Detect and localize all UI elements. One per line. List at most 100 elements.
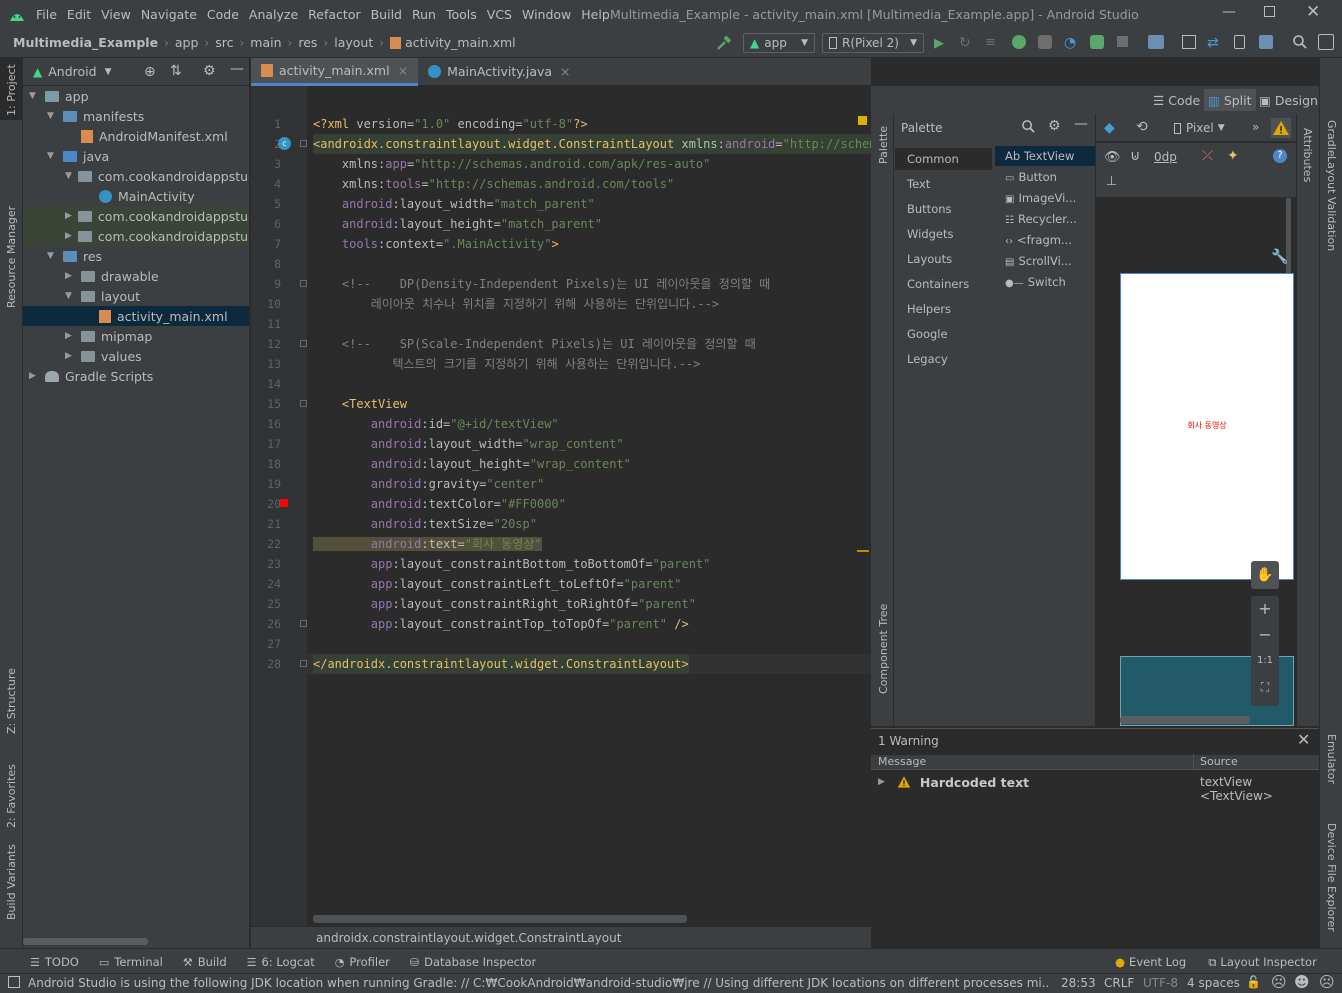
collapsed-arrow-icon[interactable]: ▶ <box>65 231 72 241</box>
gradle-tab[interactable]: Gradle <box>1325 120 1338 157</box>
coverage-icon[interactable] <box>1090 35 1104 49</box>
expanded-arrow-icon[interactable]: ▼ <box>65 171 72 181</box>
fold-marker-icon[interactable] <box>300 280 307 287</box>
tree-item[interactable]: ▼ java <box>23 146 249 166</box>
tool-windows-icon[interactable] <box>8 976 20 988</box>
menu-file[interactable]: File <box>36 7 57 22</box>
palette-category-layouts[interactable]: Layouts <box>895 248 992 270</box>
collapsed-arrow-icon[interactable]: ▶ <box>65 271 75 281</box>
status-message[interactable]: Android Studio is using the following JD… <box>28 976 1048 990</box>
device-manager-icon[interactable] <box>1148 35 1164 49</box>
preview-textview[interactable]: 회사 동영상 <box>1121 420 1293 431</box>
tab-activity-main-xml[interactable]: activity_main.xml × <box>251 57 419 86</box>
menu-run[interactable]: Run <box>412 7 436 22</box>
default-margin-selector[interactable]: 0dp <box>1154 150 1177 164</box>
breadcrumb-item[interactable]: app <box>175 35 199 50</box>
search-icon[interactable] <box>1021 119 1036 134</box>
palette-category-helpers[interactable]: Helpers <box>895 298 992 320</box>
project-tool-tab[interactable]: 1: Project <box>5 64 18 116</box>
run-icon[interactable]: ▶ <box>934 36 944 51</box>
palette-item[interactable]: ●— Switch <box>995 272 1095 292</box>
hammer-icon[interactable] <box>716 35 732 51</box>
source-column-header[interactable]: Source <box>1200 755 1238 768</box>
feedback-face-icon[interactable]: ☻ <box>1294 973 1310 991</box>
eye-icon[interactable]: 👁 <box>1104 150 1121 165</box>
fold-marker-icon[interactable] <box>300 340 307 347</box>
phone-preview[interactable]: 회사 동영상 <box>1120 273 1294 580</box>
fold-marker-icon[interactable] <box>300 140 307 147</box>
indent-setting[interactable]: 4 spaces <box>1187 976 1240 990</box>
collapsed-arrow-icon[interactable]: ▶ <box>65 351 75 361</box>
minimize-icon[interactable]: — <box>1222 4 1236 20</box>
tree-item[interactable]: AndroidManifest.xml <box>23 126 249 146</box>
debug-icon[interactable] <box>1012 35 1026 49</box>
zoom-out-icon[interactable]: − <box>1251 622 1279 648</box>
palette-item[interactable]: ☷ Recycler... <box>995 209 1095 229</box>
close-tab-icon[interactable]: × <box>398 63 408 78</box>
menu-vcs[interactable]: VCS <box>487 7 512 22</box>
gear-icon[interactable]: ⚙ <box>203 63 216 79</box>
pan-tool-icon[interactable]: 🔧 <box>1271 249 1288 265</box>
palette-item[interactable]: ▤ ScrollVi... <box>995 251 1095 271</box>
tree-item[interactable]: ▼ manifests <box>23 106 249 126</box>
view-design-button[interactable]: ▣ Design <box>1259 90 1318 110</box>
hide-panel-icon[interactable]: — <box>1074 116 1088 132</box>
warning-marker-icon[interactable] <box>858 116 867 125</box>
tree-item[interactable]: ▶ drawable <box>23 266 249 286</box>
zoom-in-icon[interactable]: + <box>1251 596 1279 622</box>
lock-icon[interactable]: 🔓 <box>1246 975 1261 989</box>
hide-panel-icon[interactable]: — <box>230 61 244 77</box>
message-column-header[interactable]: Message <box>878 755 926 768</box>
tree-item[interactable]: ▼ com.cookandroidappstudy.n <box>23 166 249 186</box>
editor-breadcrumb[interactable]: androidx.constraintlayout.widget.Constra… <box>251 926 871 948</box>
infer-constraints-icon[interactable]: ✦ <box>1227 148 1239 164</box>
tree-item[interactable]: ▼ app <box>23 86 249 106</box>
expand-arrow-icon[interactable]: ▶ <box>878 777 885 787</box>
menu-code[interactable]: Code <box>207 7 239 22</box>
breadcrumb-item[interactable]: layout <box>334 35 373 50</box>
layers-icon[interactable]: ◆ <box>1104 120 1115 136</box>
menu-tools[interactable]: Tools <box>446 7 477 22</box>
sync-gradle-icon[interactable]: ⇄ <box>1207 35 1219 51</box>
palette-item[interactable]: ▣ ImageVi... <box>995 188 1095 208</box>
zoom-actual-size-icon[interactable]: 1:1 <box>1251 648 1279 674</box>
tab-mainactivity-java[interactable]: MainActivity.java × <box>418 58 580 86</box>
notifications-icon[interactable]: ☹ <box>1319 973 1335 991</box>
run-config-dropdown[interactable]: ▲ app ▼ <box>743 33 815 53</box>
view-split-button[interactable]: ▥ Split <box>1204 89 1256 111</box>
bottom-tab-terminal[interactable]: Terminal <box>114 955 163 969</box>
component-tree-side-tab[interactable]: Component Tree <box>877 604 890 694</box>
breadcrumb-item[interactable]: activity_main.xml <box>405 35 516 50</box>
emulator-tab[interactable]: Emulator <box>1325 734 1338 784</box>
menu-navigate[interactable]: Navigate <box>141 7 197 22</box>
breadcrumb-item[interactable]: res <box>298 35 317 50</box>
collapsed-arrow-icon[interactable]: ▶ <box>65 211 72 221</box>
device-selector[interactable]: Pixel ▼ <box>1174 121 1225 135</box>
magnet-icon[interactable]: ⊍ <box>1130 148 1140 164</box>
class-gutter-icon[interactable]: c <box>278 137 291 150</box>
caret-position[interactable]: 28:53 <box>1061 976 1096 990</box>
horizontal-scrollbar[interactable] <box>313 915 687 923</box>
tree-item[interactable]: ▼ layout <box>23 286 249 306</box>
expanded-arrow-icon[interactable]: ▼ <box>65 291 75 301</box>
color-swatch-icon[interactable] <box>280 499 288 507</box>
maximize-icon[interactable] <box>1264 6 1275 17</box>
search-everywhere-icon[interactable] <box>1292 34 1308 50</box>
palette-category-buttons[interactable]: Buttons <box>895 198 992 220</box>
tree-item[interactable]: ▶ values <box>23 346 249 366</box>
collapsed-arrow-icon[interactable]: ▶ <box>65 331 75 341</box>
more-icon[interactable]: » <box>1252 120 1259 134</box>
close-tab-icon[interactable]: × <box>560 64 570 79</box>
tree-item[interactable]: ▶ com.cookandroidappstudy.n <box>23 206 249 226</box>
avd-manager-icon[interactable] <box>1234 35 1245 49</box>
help-icon[interactable]: ? <box>1273 149 1287 163</box>
palette-category-containers[interactable]: Containers <box>895 273 992 295</box>
expanded-arrow-icon[interactable]: ▼ <box>47 151 57 161</box>
bottom-tab-databaseinspector[interactable]: Database Inspector <box>424 955 536 969</box>
tree-item[interactable]: ▶ com.cookandroidappstudy.n <box>23 226 249 246</box>
collapse-all-icon[interactable]: ⇅ <box>170 63 182 79</box>
palette-category-legacy[interactable]: Legacy <box>895 348 992 370</box>
favorites-tab[interactable]: 2: Favorites <box>5 764 18 828</box>
warning-toggle[interactable] <box>1271 118 1291 138</box>
stop-icon[interactable] <box>1117 36 1128 47</box>
